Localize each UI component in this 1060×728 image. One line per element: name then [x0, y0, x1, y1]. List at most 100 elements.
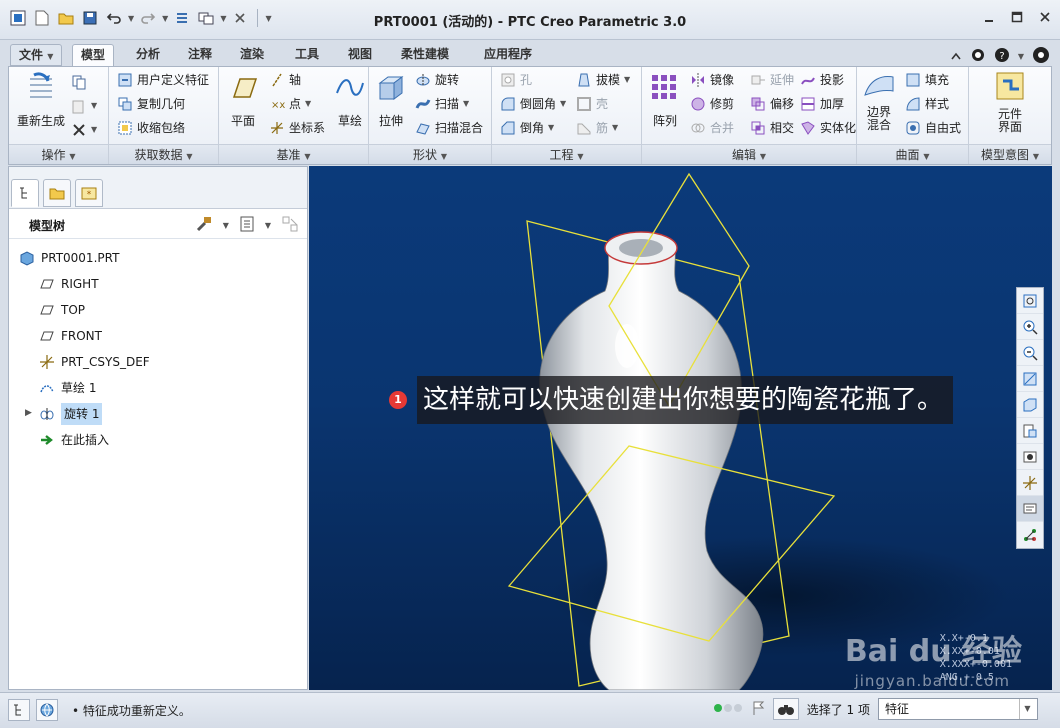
project-button[interactable]: 投影	[800, 69, 844, 91]
view-manager-button[interactable]	[1017, 444, 1043, 470]
delete-button[interactable]: ▼	[71, 119, 97, 141]
zoom-in-button[interactable]	[1017, 314, 1043, 340]
tree-item-part[interactable]: PRT0001.PRT	[19, 247, 119, 269]
paste-button[interactable]: ▼	[71, 95, 97, 117]
minimize-ribbon-icon[interactable]	[950, 50, 962, 64]
watermark-logo: Bai du 经验	[844, 634, 1022, 669]
display-style-button[interactable]	[1017, 392, 1043, 418]
group-label-surfaces[interactable]: 曲面 ▼	[857, 144, 968, 164]
tree-item-front[interactable]: FRONT	[39, 325, 102, 347]
offset-button[interactable]: 偏移	[750, 93, 794, 115]
group-label-shapes[interactable]: 形状 ▼	[369, 144, 491, 164]
style-button[interactable]: 样式	[905, 93, 949, 115]
model-tree-tab[interactable]	[11, 179, 39, 207]
tab-file[interactable]: 文件 ▼	[10, 44, 63, 66]
annotation-display-button[interactable]	[1017, 496, 1043, 522]
folder-browser-tab[interactable]	[43, 179, 71, 207]
vase-model[interactable]	[309, 166, 1052, 690]
tab-view[interactable]: 视图	[340, 44, 380, 66]
extend-button[interactable]: 延伸	[750, 69, 794, 91]
toggle-browser-button[interactable]	[36, 699, 58, 721]
shell-button[interactable]: 壳	[576, 93, 608, 115]
revolve-button[interactable]: 旋转	[415, 69, 459, 91]
merge-button[interactable]: 合并	[690, 117, 734, 139]
copy-button[interactable]	[71, 71, 87, 93]
tab-analysis[interactable]: 分析	[128, 44, 168, 66]
saved-orientations-button[interactable]	[1017, 418, 1043, 444]
group-label-editing[interactable]: 编辑 ▼	[642, 144, 856, 164]
tree-show-icon[interactable]	[239, 215, 255, 236]
refit-button[interactable]	[1017, 288, 1043, 314]
selection-filter-select[interactable]: 特征 ▼	[878, 698, 1038, 720]
help-dropdown-icon[interactable]: ▼	[1018, 52, 1024, 61]
globe-icon	[40, 703, 54, 717]
mirror-button[interactable]: 镜像	[690, 69, 734, 91]
boundary-blend-button[interactable]: 边界 混合	[861, 71, 897, 132]
sketch-button[interactable]: 草绘	[333, 71, 367, 129]
zoom-out-button[interactable]	[1017, 340, 1043, 366]
minimize-icon[interactable]	[982, 10, 996, 24]
repaint-button[interactable]	[1017, 366, 1043, 392]
group-label-engineering[interactable]: 工程 ▼	[492, 144, 641, 164]
component-interface-button[interactable]: 元件 界面	[989, 71, 1031, 134]
tab-flexible-modeling[interactable]: 柔性建模	[393, 44, 457, 66]
tab-model[interactable]: 模型	[72, 44, 115, 66]
solidify-button[interactable]: 实体化	[800, 117, 856, 139]
thicken-button[interactable]: 加厚	[800, 93, 844, 115]
sweep-button[interactable]: 扫描 ▼	[415, 93, 469, 115]
spin-center-button[interactable]	[1017, 522, 1043, 548]
search-icon[interactable]	[970, 47, 986, 66]
rib-button[interactable]: 筋 ▼	[576, 117, 618, 139]
filter-dropdown-icon[interactable]: ▼	[1019, 699, 1035, 719]
favorites-tab[interactable]: *	[75, 179, 103, 207]
intersect-button[interactable]: 相交	[750, 117, 794, 139]
expand-arrow-icon[interactable]: ▶	[25, 408, 32, 418]
swept-blend-button[interactable]: 扫描混合	[415, 117, 483, 139]
tree-item-top[interactable]: TOP	[39, 299, 85, 321]
tab-tools[interactable]: 工具	[287, 44, 327, 66]
group-label-operations[interactable]: 操作 ▼	[9, 144, 108, 164]
trim-button[interactable]: 修剪	[690, 93, 734, 115]
flag-icon[interactable]	[751, 700, 765, 719]
axis-button[interactable]: 轴	[269, 69, 301, 91]
extrude-button[interactable]: 拉伸	[373, 71, 409, 129]
tree-settings-icon[interactable]	[195, 215, 213, 236]
round-button[interactable]: 倒圆角 ▼	[500, 93, 566, 115]
tree-item-sketch[interactable]: 草绘 1	[39, 377, 96, 399]
graphics-window[interactable]: 1 这样就可以快速创建出你想要的陶瓷花瓶了。 X.X+-0.1 X.XX+-0.…	[309, 166, 1052, 690]
tab-render[interactable]: 渲染	[232, 44, 272, 66]
tab-annotate[interactable]: 注释	[180, 44, 220, 66]
find-button[interactable]	[772, 698, 799, 720]
tree-filter-icon[interactable]	[281, 215, 299, 236]
group-label-model-intent[interactable]: 模型意图 ▼	[969, 144, 1051, 164]
copy-geometry-button[interactable]: 复制几何	[117, 93, 185, 115]
regenerate-button[interactable]: 重新生成	[13, 71, 69, 129]
group-label-get-data[interactable]: 获取数据 ▼	[109, 144, 218, 164]
tree-item-right[interactable]: RIGHT	[39, 273, 99, 295]
draft-button[interactable]: 拔模 ▼	[576, 69, 630, 91]
hole-button[interactable]: 孔	[500, 69, 532, 91]
tree-show-dropdown-icon[interactable]: ▼	[265, 221, 271, 230]
tree-settings-dropdown-icon[interactable]: ▼	[223, 221, 229, 230]
tab-applications[interactable]: 应用程序	[476, 44, 540, 66]
svg-text:?: ?	[999, 51, 1004, 62]
point-button[interactable]: ×x 点 ▼	[269, 93, 311, 115]
tree-item-csys[interactable]: PRT_CSYS_DEF	[39, 351, 150, 373]
settings-icon[interactable]	[1032, 46, 1050, 67]
tree-item-insert-here[interactable]: 在此插入	[39, 429, 109, 451]
shrinkwrap-button[interactable]: 收缩包络	[117, 117, 185, 139]
maximize-icon[interactable]	[1010, 10, 1024, 24]
help-icon[interactable]: ?	[994, 47, 1010, 66]
freestyle-button[interactable]: 自由式	[905, 117, 961, 139]
pattern-button[interactable]: 阵列	[646, 71, 684, 129]
datum-display-button[interactable]	[1017, 470, 1043, 496]
close-icon[interactable]	[1038, 10, 1052, 24]
group-label-datum[interactable]: 基准 ▼	[219, 144, 368, 164]
csys-button[interactable]: 坐标系	[269, 117, 325, 139]
tree-item-revolve[interactable]: 旋转 1	[39, 403, 103, 425]
chamfer-button[interactable]: 倒角 ▼	[500, 117, 554, 139]
user-defined-feature-button[interactable]: 用户定义特征	[117, 69, 209, 91]
toggle-navigator-button[interactable]	[8, 699, 30, 721]
plane-button[interactable]: 平面	[223, 71, 263, 129]
fill-button[interactable]: 填充	[905, 69, 949, 91]
